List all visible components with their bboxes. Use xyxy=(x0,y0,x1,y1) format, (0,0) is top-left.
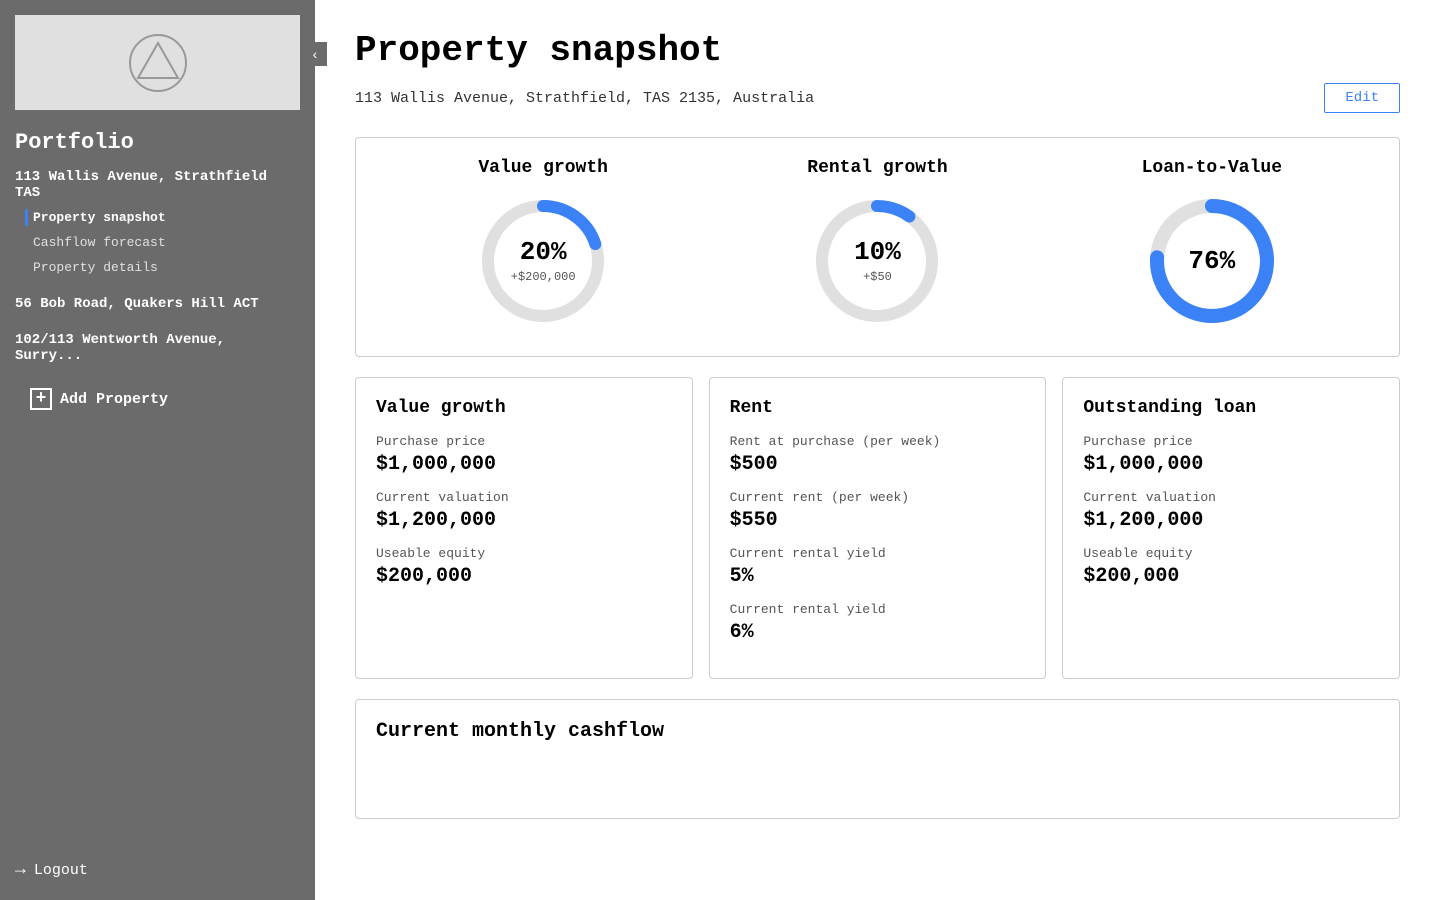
address-row: 113 Wallis Avenue, Strathfield, TAS 2135… xyxy=(355,83,1400,113)
card-outstanding-loan-title: Outstanding loan xyxy=(1083,398,1379,418)
page-title: Property snapshot xyxy=(355,30,1400,71)
property-address: 113 Wallis Avenue, Strathfield, TAS 2135… xyxy=(355,90,814,107)
sidebar: ‹ Portfolio 113 Wallis Avenue, Strathfie… xyxy=(0,0,315,900)
card-rent-label-3: Current rental yield xyxy=(730,602,1026,617)
gauge-value-growth: Value growth 20% +$200,000 xyxy=(468,158,618,336)
property-subnav-1: Property snapshot Cashflow forecast Prop… xyxy=(15,205,300,280)
card-ol-value-0: $1,000,000 xyxy=(1083,453,1379,476)
gauge-loan-to-value-chart: 76% xyxy=(1137,186,1287,336)
sidebar-item-property-details[interactable]: Property details xyxy=(25,255,300,280)
add-property-label: Add Property xyxy=(60,391,168,408)
gauge-value-growth-percent: 20% xyxy=(511,237,576,267)
gauge-value-growth-title: Value growth xyxy=(478,158,608,178)
property-group-2: 56 Bob Road, Quakers Hill ACT xyxy=(15,292,300,316)
property-name-3[interactable]: 102/113 Wentworth Avenue, Surry... xyxy=(15,328,300,368)
gauge-rental-growth-percent: 10% xyxy=(854,237,901,267)
gauge-value-growth-center: 20% +$200,000 xyxy=(511,237,576,285)
card-ol-value-2: $200,000 xyxy=(1083,565,1379,588)
cashflow-section: Current monthly cashflow xyxy=(355,699,1400,819)
sidebar-item-cashflow-forecast[interactable]: Cashflow forecast xyxy=(25,230,300,255)
gauge-section: Value growth 20% +$200,000 Rental growth xyxy=(355,137,1400,357)
gauge-loan-to-value-center: 76% xyxy=(1188,246,1235,276)
main-content: Property snapshot 113 Wallis Avenue, Str… xyxy=(315,0,1440,900)
sidebar-nav: 113 Wallis Avenue, Strathfield TAS Prope… xyxy=(0,165,315,840)
cards-section: Value growth Purchase price $1,000,000 C… xyxy=(355,377,1400,679)
card-vg-label-2: Useable equity xyxy=(376,546,672,561)
add-property-icon: + xyxy=(30,388,52,410)
card-rent-value-3: 6% xyxy=(730,621,1026,644)
card-vg-value-1: $1,200,000 xyxy=(376,509,672,532)
card-ol-value-1: $1,200,000 xyxy=(1083,509,1379,532)
logo-icon xyxy=(128,33,188,93)
card-ol-label-0: Purchase price xyxy=(1083,434,1379,449)
card-vg-label-1: Current valuation xyxy=(376,490,672,505)
card-outstanding-loan: Outstanding loan Purchase price $1,000,0… xyxy=(1062,377,1400,679)
portfolio-title: Portfolio xyxy=(0,110,315,165)
card-rent: Rent Rent at purchase (per week) $500 Cu… xyxy=(709,377,1047,679)
gauge-rental-growth-center: 10% +$50 xyxy=(854,237,901,285)
property-name-2[interactable]: 56 Bob Road, Quakers Hill ACT xyxy=(15,292,300,316)
logo xyxy=(15,15,300,110)
gauge-rental-growth-sub: +$50 xyxy=(863,270,892,284)
card-vg-value-0: $1,000,000 xyxy=(376,453,672,476)
add-property-button[interactable]: + Add Property xyxy=(15,380,300,418)
logout-icon: → xyxy=(15,860,26,880)
property-group-1: 113 Wallis Avenue, Strathfield TAS Prope… xyxy=(15,165,300,280)
card-rent-label-2: Current rental yield xyxy=(730,546,1026,561)
card-vg-value-2: $200,000 xyxy=(376,565,672,588)
gauge-loan-to-value-title: Loan-to-Value xyxy=(1142,158,1282,178)
card-rent-title: Rent xyxy=(730,398,1026,418)
edit-button[interactable]: Edit xyxy=(1324,83,1400,113)
gauge-loan-to-value-percent: 76% xyxy=(1188,246,1235,276)
card-rent-label-1: Current rent (per week) xyxy=(730,490,1026,505)
gauge-rental-growth: Rental growth 10% +$50 xyxy=(802,158,952,336)
gauge-rental-growth-chart: 10% +$50 xyxy=(802,186,952,336)
property-group-3: 102/113 Wentworth Avenue, Surry... xyxy=(15,328,300,368)
gauge-loan-to-value: Loan-to-Value 76% xyxy=(1137,158,1287,336)
gauge-value-growth-sub: +$200,000 xyxy=(511,270,576,284)
gauge-value-growth-chart: 20% +$200,000 xyxy=(468,186,618,336)
logout-label: Logout xyxy=(34,862,88,879)
card-rent-value-2: 5% xyxy=(730,565,1026,588)
gauge-rental-growth-title: Rental growth xyxy=(807,158,947,178)
sidebar-footer: → Logout xyxy=(0,840,315,900)
card-value-growth: Value growth Purchase price $1,000,000 C… xyxy=(355,377,693,679)
logout-button[interactable]: → Logout xyxy=(15,860,88,880)
card-rent-label-0: Rent at purchase (per week) xyxy=(730,434,1026,449)
cashflow-title: Current monthly cashflow xyxy=(376,720,1379,743)
sidebar-item-property-snapshot[interactable]: Property snapshot xyxy=(25,205,300,230)
sidebar-collapse-button[interactable]: ‹ xyxy=(303,42,327,66)
card-value-growth-title: Value growth xyxy=(376,398,672,418)
card-ol-label-1: Current valuation xyxy=(1083,490,1379,505)
card-rent-value-1: $550 xyxy=(730,509,1026,532)
property-name-1[interactable]: 113 Wallis Avenue, Strathfield TAS xyxy=(15,165,300,205)
card-vg-label-0: Purchase price xyxy=(376,434,672,449)
card-ol-label-2: Useable equity xyxy=(1083,546,1379,561)
card-rent-value-0: $500 xyxy=(730,453,1026,476)
